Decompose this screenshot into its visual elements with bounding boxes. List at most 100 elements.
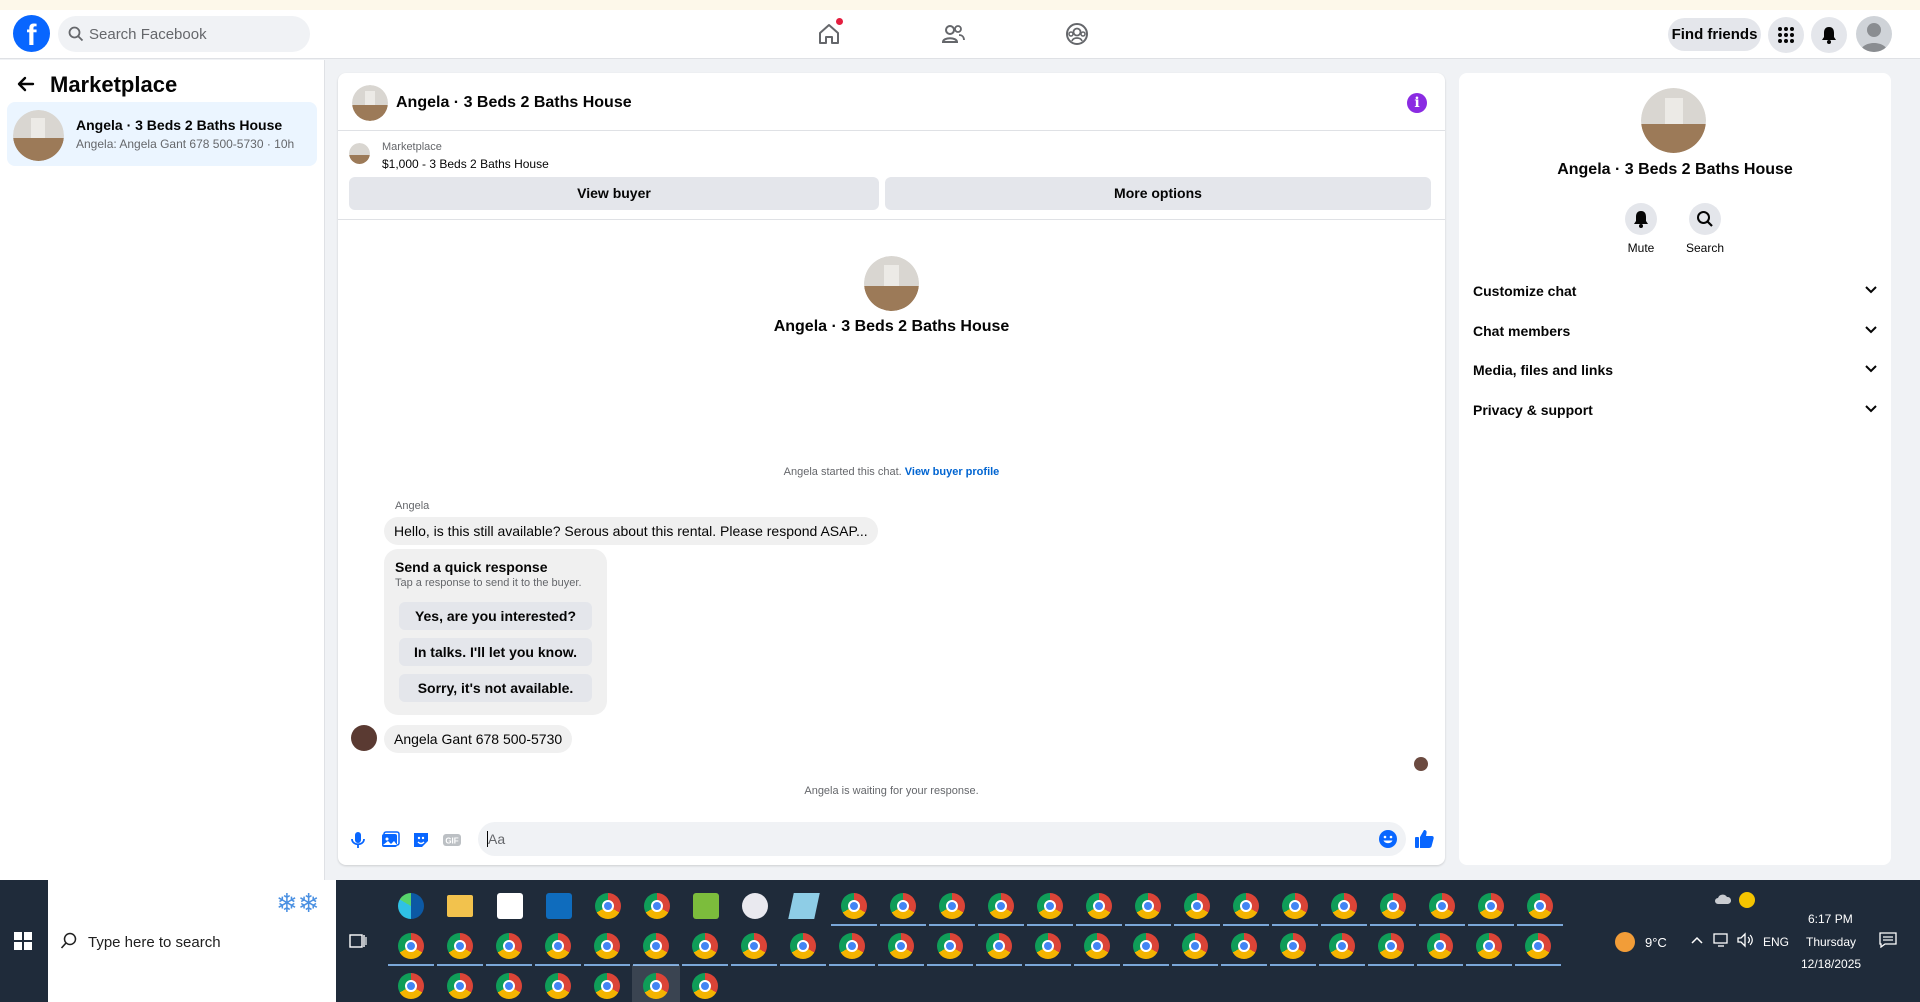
chrome-window-icon[interactable]: [594, 933, 620, 959]
home-icon[interactable]: [816, 18, 843, 47]
chrome-window-icon[interactable]: [1329, 933, 1355, 959]
privacy-support-section[interactable]: Privacy & support: [1473, 394, 1881, 426]
windows-start-icon[interactable]: [14, 932, 32, 950]
weather-icon[interactable]: [1615, 932, 1635, 952]
search-facebook-input[interactable]: Search Facebook: [58, 16, 310, 52]
mute-button[interactable]: Mute: [1611, 203, 1671, 255]
tray-app-icon[interactable]: [1739, 892, 1755, 908]
chrome-window-icon[interactable]: [1231, 933, 1257, 959]
chat-members-section[interactable]: Chat members: [1473, 315, 1881, 347]
search-conversation-button[interactable]: Search: [1675, 203, 1735, 255]
chrome-window-icon[interactable]: [496, 933, 522, 959]
back-arrow-icon[interactable]: [16, 74, 36, 94]
chrome-window-icon[interactable]: [841, 893, 867, 919]
edge-icon[interactable]: [398, 893, 424, 919]
chrome-window-icon[interactable]: [888, 933, 914, 959]
sticker-icon[interactable]: [411, 830, 431, 850]
microphone-icon[interactable]: [348, 830, 368, 850]
chrome-window-icon[interactable]: [741, 933, 767, 959]
find-friends-button[interactable]: Find friends: [1668, 18, 1761, 51]
conversation-list-item[interactable]: Angela · 3 Beds 2 Baths House Angela: An…: [7, 102, 317, 166]
chrome-window-icon[interactable]: [1429, 893, 1455, 919]
chrome-window-icon[interactable]: [937, 933, 963, 959]
photo-icon[interactable]: [380, 830, 400, 850]
listing-price-title[interactable]: $1,000 - 3 Beds 2 Baths House: [382, 157, 549, 171]
chrome-window-icon[interactable]: [1427, 933, 1453, 959]
chrome-window-icon[interactable]: [447, 933, 473, 959]
volume-icon[interactable]: [1737, 932, 1755, 948]
chrome-window-icon[interactable]: [1182, 933, 1208, 959]
menu-button[interactable]: [1768, 17, 1804, 53]
notification-center-icon[interactable]: [1879, 932, 1897, 948]
chrome-window-icon[interactable]: [643, 973, 669, 999]
chrome-window-icon[interactable]: [986, 933, 1012, 959]
chrome-icon[interactable]: [595, 893, 621, 919]
account-avatar-icon[interactable]: [1856, 16, 1892, 52]
message-input[interactable]: Aa: [478, 822, 1406, 856]
media-files-links-section[interactable]: Media, files and links: [1473, 354, 1881, 386]
language-indicator[interactable]: ENG: [1763, 935, 1789, 949]
app-icon[interactable]: [742, 893, 768, 919]
chrome-window-icon[interactable]: [692, 933, 718, 959]
chrome-window-icon[interactable]: [1527, 893, 1553, 919]
chrome-window-icon[interactable]: [890, 893, 916, 919]
message-bubble[interactable]: Hello, is this still available? Serous a…: [384, 517, 878, 545]
microsoft-store-icon[interactable]: [497, 893, 523, 919]
chrome-window-icon[interactable]: [545, 933, 571, 959]
chrome-window-icon[interactable]: [839, 933, 865, 959]
quick-response-yes-button[interactable]: Yes, are you interested?: [399, 602, 592, 630]
chrome-window-icon[interactable]: [790, 933, 816, 959]
chrome-window-icon[interactable]: [447, 973, 473, 999]
quick-response-sorry-button[interactable]: Sorry, it's not available.: [399, 674, 592, 702]
chrome-window-icon[interactable]: [1135, 893, 1161, 919]
app-icon[interactable]: [788, 893, 820, 919]
info-icon[interactable]: i: [1407, 93, 1427, 113]
chrome-window-icon[interactable]: [692, 973, 718, 999]
clock-day[interactable]: Thursday: [1806, 935, 1856, 949]
gif-icon[interactable]: GIF: [442, 830, 462, 850]
chrome-window-icon[interactable]: [643, 933, 669, 959]
emoji-icon[interactable]: [1378, 829, 1398, 849]
chrome-window-icon[interactable]: [398, 933, 424, 959]
network-icon[interactable]: [1713, 932, 1731, 948]
chrome-window-icon[interactable]: [1478, 893, 1504, 919]
chat-header-title[interactable]: Angela · 3 Beds 2 Baths House: [396, 94, 632, 112]
clock-date[interactable]: 12/18/2025: [1801, 957, 1861, 971]
view-buyer-button[interactable]: View buyer: [349, 177, 879, 210]
customize-chat-section[interactable]: Customize chat: [1473, 275, 1881, 307]
chrome-window-icon[interactable]: [398, 973, 424, 999]
file-explorer-icon[interactable]: [447, 895, 473, 917]
message-bubble[interactable]: Angela Gant 678 500-5730: [384, 725, 573, 753]
buyer-avatar[interactable]: [351, 725, 377, 751]
chrome-window-icon[interactable]: [1233, 893, 1259, 919]
chrome-window-icon[interactable]: [1280, 933, 1306, 959]
chrome-window-icon[interactable]: [594, 973, 620, 999]
chrome-window-icon[interactable]: [1476, 933, 1502, 959]
quick-response-in-talks-button[interactable]: In talks. I'll let you know.: [399, 638, 592, 666]
friends-icon[interactable]: [940, 21, 966, 47]
facebook-logo[interactable]: f: [13, 15, 50, 52]
chrome-profile-icon[interactable]: [644, 893, 670, 919]
chrome-window-icon[interactable]: [1282, 893, 1308, 919]
chrome-window-icon[interactable]: [1380, 893, 1406, 919]
chrome-window-icon[interactable]: [1184, 893, 1210, 919]
chrome-window-icon[interactable]: [1084, 933, 1110, 959]
chrome-window-icon[interactable]: [496, 973, 522, 999]
chrome-window-icon[interactable]: [1331, 893, 1357, 919]
groups-icon[interactable]: [1064, 21, 1090, 47]
task-view-icon[interactable]: [349, 932, 367, 950]
cloud-sync-icon[interactable]: [1714, 892, 1732, 906]
outlook-icon[interactable]: [546, 893, 572, 919]
taskbar-search-box[interactable]: Type here to search ❄❄: [48, 880, 336, 1002]
chrome-window-icon[interactable]: [939, 893, 965, 919]
more-options-button[interactable]: More options: [885, 177, 1431, 210]
chrome-window-icon[interactable]: [1378, 933, 1404, 959]
clock-time[interactable]: 6:17 PM: [1808, 912, 1853, 926]
notifications-button[interactable]: [1811, 17, 1847, 53]
chrome-window-icon[interactable]: [1525, 933, 1551, 959]
thumbs-up-icon[interactable]: [1413, 828, 1435, 850]
chat-header-avatar[interactable]: [352, 85, 388, 121]
chevron-up-icon[interactable]: [1691, 936, 1703, 944]
chrome-window-icon[interactable]: [545, 973, 571, 999]
chrome-window-icon[interactable]: [1133, 933, 1159, 959]
